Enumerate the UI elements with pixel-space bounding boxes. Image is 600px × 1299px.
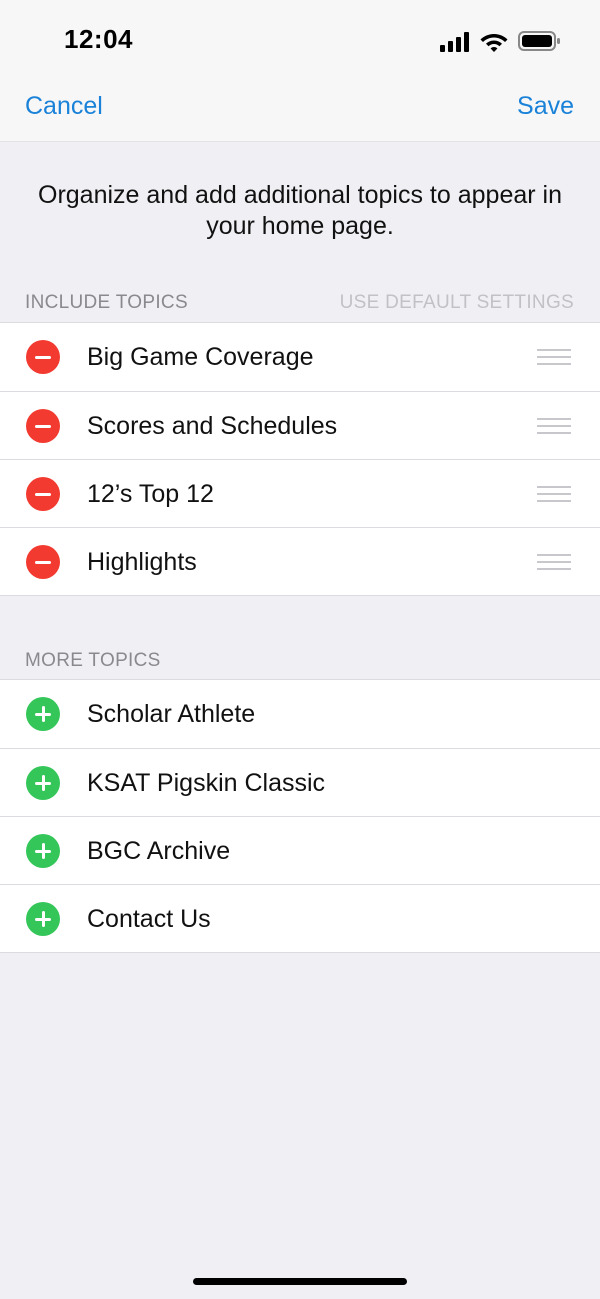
add-icon[interactable]: [26, 697, 60, 731]
status-time: 12:04: [64, 24, 133, 54]
battery-icon: [518, 31, 560, 51]
topic-label: Big Game Coverage: [87, 343, 314, 371]
include-topics-list: Big Game Coverage Scores and Schedules 1…: [0, 322, 600, 596]
topic-label: Highlights: [87, 548, 197, 576]
drag-handle-icon[interactable]: [537, 348, 571, 366]
cancel-button[interactable]: Cancel: [25, 92, 103, 121]
list-item: Scores and Schedules: [0, 391, 600, 459]
add-icon[interactable]: [26, 766, 60, 800]
list-item: Scholar Athlete: [0, 680, 600, 748]
topic-label: BGC Archive: [87, 837, 231, 865]
remove-icon[interactable]: [26, 340, 60, 374]
list-item: BGC Archive: [0, 816, 600, 884]
more-topics-list: Scholar Athlete KSAT Pigskin Classic BGC…: [0, 679, 600, 953]
drag-handle-icon[interactable]: [537, 485, 571, 503]
use-default-settings-button[interactable]: USE DEFAULT SETTINGS: [340, 292, 574, 314]
list-item: KSAT Pigskin Classic: [0, 748, 600, 816]
topic-label: Scores and Schedules: [87, 412, 338, 440]
topic-label: 12’s Top 12: [87, 480, 214, 508]
topic-label: Scholar Athlete: [87, 700, 256, 728]
add-icon[interactable]: [26, 834, 60, 868]
cellular-signal-icon: [440, 32, 469, 52]
topic-label: KSAT Pigskin Classic: [87, 769, 326, 797]
drag-handle-icon[interactable]: [537, 417, 571, 435]
save-button[interactable]: Save: [517, 92, 574, 121]
remove-icon[interactable]: [26, 477, 60, 511]
include-topics-title: INCLUDE TOPICS: [25, 292, 188, 313]
intro-text: Organize and add additional topics to ap…: [38, 181, 562, 240]
topic-label: Contact Us: [87, 905, 211, 933]
status-bar: 12:04: [0, 0, 600, 80]
remove-icon[interactable]: [26, 409, 60, 443]
add-icon[interactable]: [26, 902, 60, 936]
more-topics-header: MORE TOPICS: [0, 640, 600, 680]
home-indicator[interactable]: [193, 1278, 407, 1285]
drag-handle-icon[interactable]: [537, 553, 571, 571]
include-topics-header: INCLUDE TOPICS USE DEFAULT SETTINGS: [0, 282, 600, 322]
list-item: Contact Us: [0, 884, 600, 952]
more-topics-title: MORE TOPICS: [25, 650, 161, 671]
navigation-bar: Cancel Save: [0, 80, 600, 142]
remove-icon[interactable]: [26, 545, 60, 579]
list-item: Big Game Coverage: [0, 323, 600, 391]
list-item: 12’s Top 12: [0, 459, 600, 527]
wifi-icon: [480, 34, 508, 52]
list-item: Highlights: [0, 527, 600, 595]
